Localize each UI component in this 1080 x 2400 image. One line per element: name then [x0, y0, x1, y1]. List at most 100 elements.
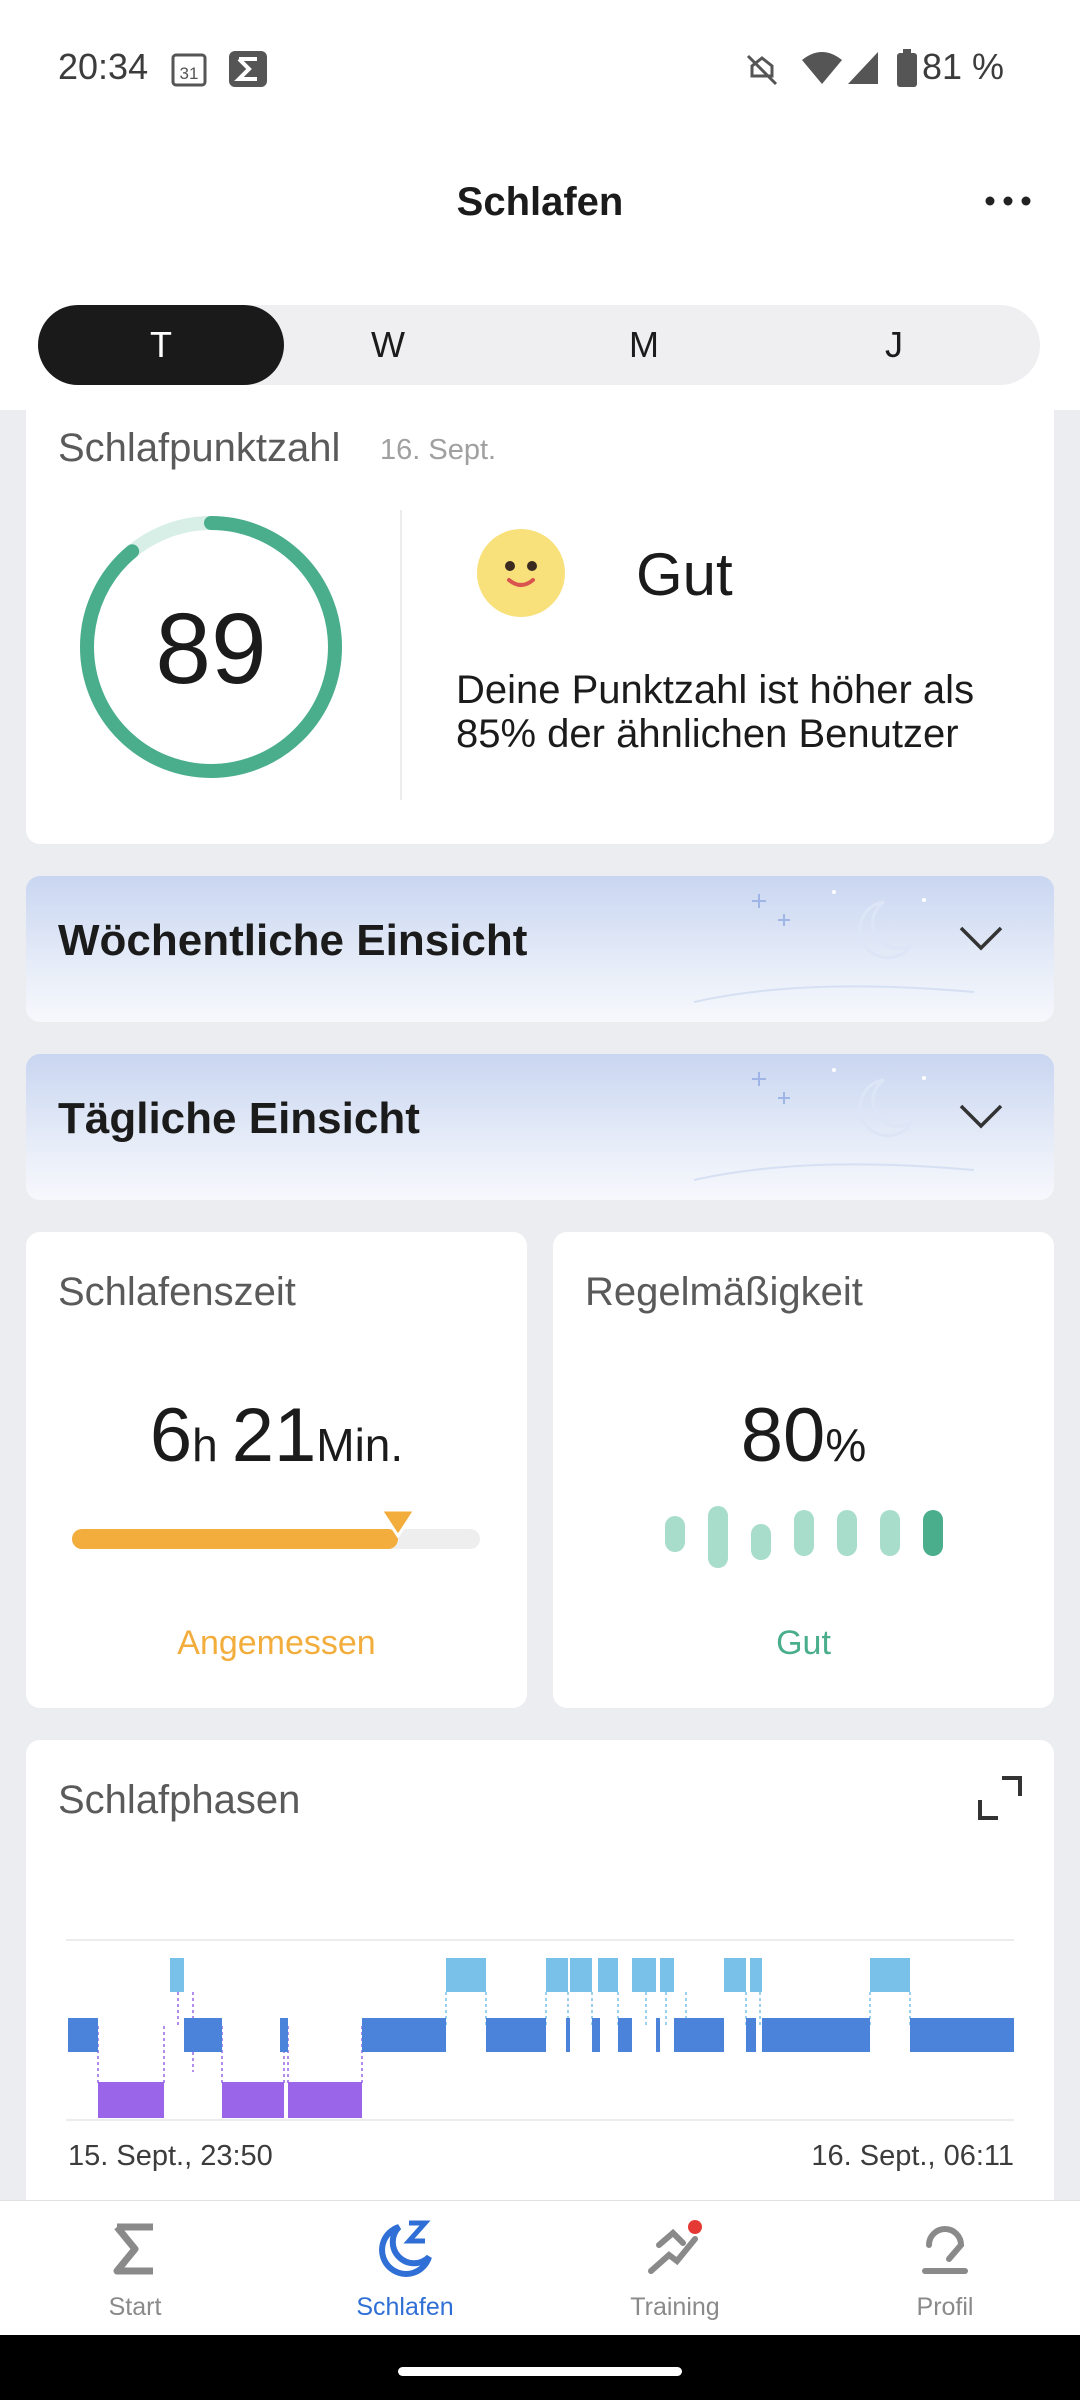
tab-month[interactable]: M	[584, 305, 704, 385]
deep-sleep-segment	[288, 2082, 362, 2118]
nav-start[interactable]: Start	[0, 2201, 270, 2336]
score-title: Schlafpunktzahl	[58, 426, 341, 470]
regularity-unit: %	[825, 1419, 867, 1471]
sleep-time-status: Angemessen	[177, 1624, 376, 1662]
awake-segment	[870, 1958, 910, 1992]
awake-segment	[750, 1958, 762, 1992]
nav-profil-label: Profil	[916, 2293, 974, 2321]
sleep-time-title: Schlafenszeit	[58, 1270, 296, 1314]
stars-moon-icon	[693, 1068, 975, 1181]
page-title: Schlafen	[456, 180, 624, 224]
home-indicator[interactable]	[398, 2367, 682, 2376]
light-sleep-segment	[618, 2018, 632, 2052]
light-sleep-segment	[674, 2018, 724, 2052]
profile-icon	[922, 2226, 968, 2274]
calendar-icon: 31	[171, 53, 207, 87]
light-sleep-segment	[762, 2018, 870, 2052]
regularity-bar	[794, 1510, 814, 1556]
awake-segments	[170, 1958, 910, 1992]
chevron-down-icon[interactable]	[958, 924, 1004, 952]
awake-segment	[446, 1958, 486, 1992]
regularity-bars	[665, 1506, 943, 1568]
battery-percent: 81 %	[921, 46, 1004, 87]
light-sleep-segment	[362, 2018, 446, 2052]
light-sleep-segment	[566, 2018, 570, 2052]
nav-training[interactable]: Training	[540, 2201, 810, 2336]
sleep-minutes-unit: Min.	[316, 1419, 404, 1471]
tab-year[interactable]: J	[834, 305, 954, 385]
light-sleep-segment	[486, 2018, 546, 2052]
sleep-score-card[interactable]: Schlafpunktzahl 16. Sept. 89 Gut Deine P…	[26, 410, 1054, 844]
regularity-bar	[923, 1510, 943, 1556]
regularity-number: 80	[740, 1393, 826, 1478]
signal-icon	[848, 52, 878, 84]
weekly-insight-banner[interactable]: Wöchentliche Einsicht	[26, 876, 1054, 1022]
regularity-bar	[837, 1510, 857, 1556]
light-sleep-segment	[910, 2018, 1014, 2052]
sleep-phases-chart	[66, 1939, 1014, 2121]
nav-profil[interactable]: Profil	[810, 2201, 1080, 2336]
sigma-icon	[113, 2223, 153, 2275]
sleep-minutes: 21	[231, 1393, 317, 1478]
moon-sleep-icon	[379, 2220, 432, 2277]
deep-sleep-segment	[98, 2082, 164, 2118]
score-description: Deine Punktzahl ist höher als 85% der äh…	[456, 668, 974, 756]
regularity-status: Gut	[776, 1624, 831, 1662]
app-header: Schlafen T W M J	[0, 130, 1080, 410]
sleep-start-label: 15. Sept., 23:50	[68, 2140, 273, 2172]
more-options-icon[interactable]	[980, 186, 1036, 216]
mute-icon	[746, 54, 778, 86]
stars-moon-icon	[693, 890, 975, 1003]
sleep-end-label: 16. Sept., 06:11	[811, 2140, 1014, 2172]
awake-segment	[632, 1958, 656, 1992]
light-sleep-segment	[656, 2018, 660, 2052]
awake-segment	[724, 1958, 746, 1992]
running-icon	[648, 2220, 702, 2274]
sleep-progress-track	[72, 1529, 480, 1549]
bottom-navigation: Start Schlafen Training Profil	[0, 2200, 1080, 2335]
score-date: 16. Sept.	[380, 434, 497, 466]
sleep-phases-card[interactable]: Schlafphasen 15. Sept., 23:50 16. Sept.,…	[26, 1740, 1054, 2260]
svg-text:31: 31	[180, 64, 199, 83]
nav-start-label: Start	[108, 2293, 162, 2321]
happy-face-icon	[477, 529, 565, 617]
regularity-bar	[880, 1510, 900, 1556]
score-description-line2: 85% der ähnlichen Benutzer	[456, 712, 959, 756]
sleep-progress-fill	[72, 1529, 399, 1549]
light-sleep-segment	[746, 2018, 756, 2052]
sleep-time-card[interactable]: Schlafenszeit 6h 21Min. Angemessen	[26, 1232, 527, 1708]
score-rating: Gut	[636, 541, 733, 608]
tab-week[interactable]: W	[328, 305, 448, 385]
light-sleep-segment	[68, 2018, 98, 2052]
regularity-bar	[708, 1506, 728, 1568]
nav-training-label: Training	[630, 2293, 720, 2321]
sigma-app-icon	[229, 51, 267, 87]
sleep-hours-unit: h	[192, 1419, 218, 1471]
awake-segment	[170, 1958, 184, 1992]
regularity-card[interactable]: Regelmäßigkeit 80% Gut	[553, 1232, 1054, 1708]
light-sleep-segment	[184, 2018, 222, 2052]
battery-icon	[897, 49, 917, 87]
wifi-icon	[802, 52, 842, 84]
status-time: 20:34	[58, 46, 149, 87]
score-description-line1: Deine Punktzahl ist höher als	[456, 668, 975, 712]
score-divider	[400, 510, 402, 800]
regularity-bar	[665, 1516, 685, 1552]
nav-schlafen[interactable]: Schlafen	[270, 2201, 540, 2336]
light-sleep-segment	[592, 2018, 600, 2052]
regularity-value: 80%	[553, 1392, 1054, 1479]
regularity-bar	[751, 1524, 771, 1560]
light-sleep-segment	[280, 2018, 288, 2052]
regularity-title: Regelmäßigkeit	[585, 1270, 863, 1314]
tab-day[interactable]: T	[38, 305, 284, 385]
sleep-progress-marker-icon	[379, 1508, 418, 1538]
weekly-insight-label: Wöchentliche Einsicht	[58, 916, 528, 965]
daily-insight-banner[interactable]: Tägliche Einsicht	[26, 1054, 1054, 1200]
awake-segment	[546, 1958, 568, 1992]
light-sleep-segments	[68, 2018, 1014, 2052]
awake-segment	[598, 1958, 618, 1992]
sleep-hours: 6	[149, 1393, 193, 1478]
chevron-down-icon[interactable]	[958, 1102, 1004, 1130]
deep-sleep-segments	[98, 2082, 362, 2118]
period-tabs: T W M J	[38, 305, 1040, 385]
